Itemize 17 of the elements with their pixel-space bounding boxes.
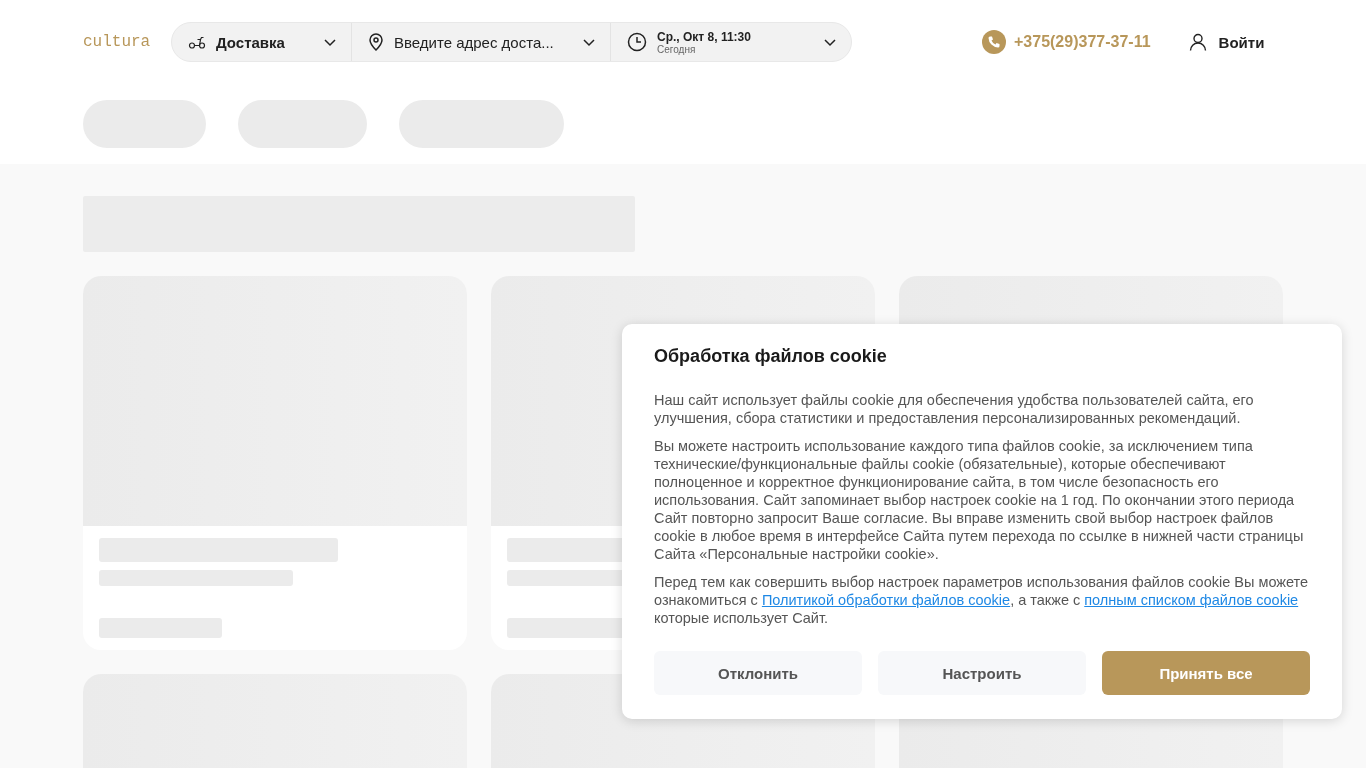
delivery-time-dropdown[interactable]: Ср., Окт 8, 11:30 Сегодня <box>611 23 851 61</box>
cookie-text: Наш сайт использует файлы cookie для обеспечения удобства пользователей сайта, его улучшения, сбора статистики и предоставления персонализированных рекомендаций. <box>654 391 1255 427</box>
cookie-policy-link[interactable]: полным списком файлов cookie <box>1084 592 1299 608</box>
address-dropdown[interactable]: Введите адрес доста... <box>352 23 611 61</box>
location-pin-icon <box>368 33 384 51</box>
clock-icon <box>627 32 647 52</box>
user-icon <box>1188 33 1207 51</box>
phone-icon <box>982 30 1006 54</box>
login-button[interactable]: Войти <box>1182 32 1271 52</box>
cookie-option-button[interactable]: Отклонить <box>654 651 862 695</box>
delivery-mode-dropdown[interactable]: Доставка <box>172 23 352 61</box>
cookie-text: Вы можете настроить использование каждого типа файлов cookie, за исключением типа технические/функциональные файлы cookie (обязательные), которые обеспечивают полноценное и корректное функционирование сайта, в том числе безопасность его использования. Сайт запоминает выбор настроек cookie на 1 год. По окончании этого периода Сайт повторно запросит Ваше согласие. Вы вправе изменить свой выбор настроек файлов cookie в любое время в интерфейсе Сайта путем перехода по ссылке в нижней части страницы Сайта «Персональные настройки cookie». <box>654 437 1305 563</box>
cookie-option-button[interactable]: Настроить <box>878 651 1086 695</box>
cookie-dialog-title: Обработка файлов cookie <box>654 346 888 367</box>
cookie-text: Перед тем как совершить выбор настроек параметров использования файлов cookie Вы можете ознакомиться с Политикой обработки файлов cookie, а также с полным списком файлов cookie которые использует Сайт. <box>654 573 1310 627</box>
scooter-icon <box>188 35 206 49</box>
cookie-policy-link[interactable]: Политикой обработки файлов cookie <box>761 592 1011 608</box>
